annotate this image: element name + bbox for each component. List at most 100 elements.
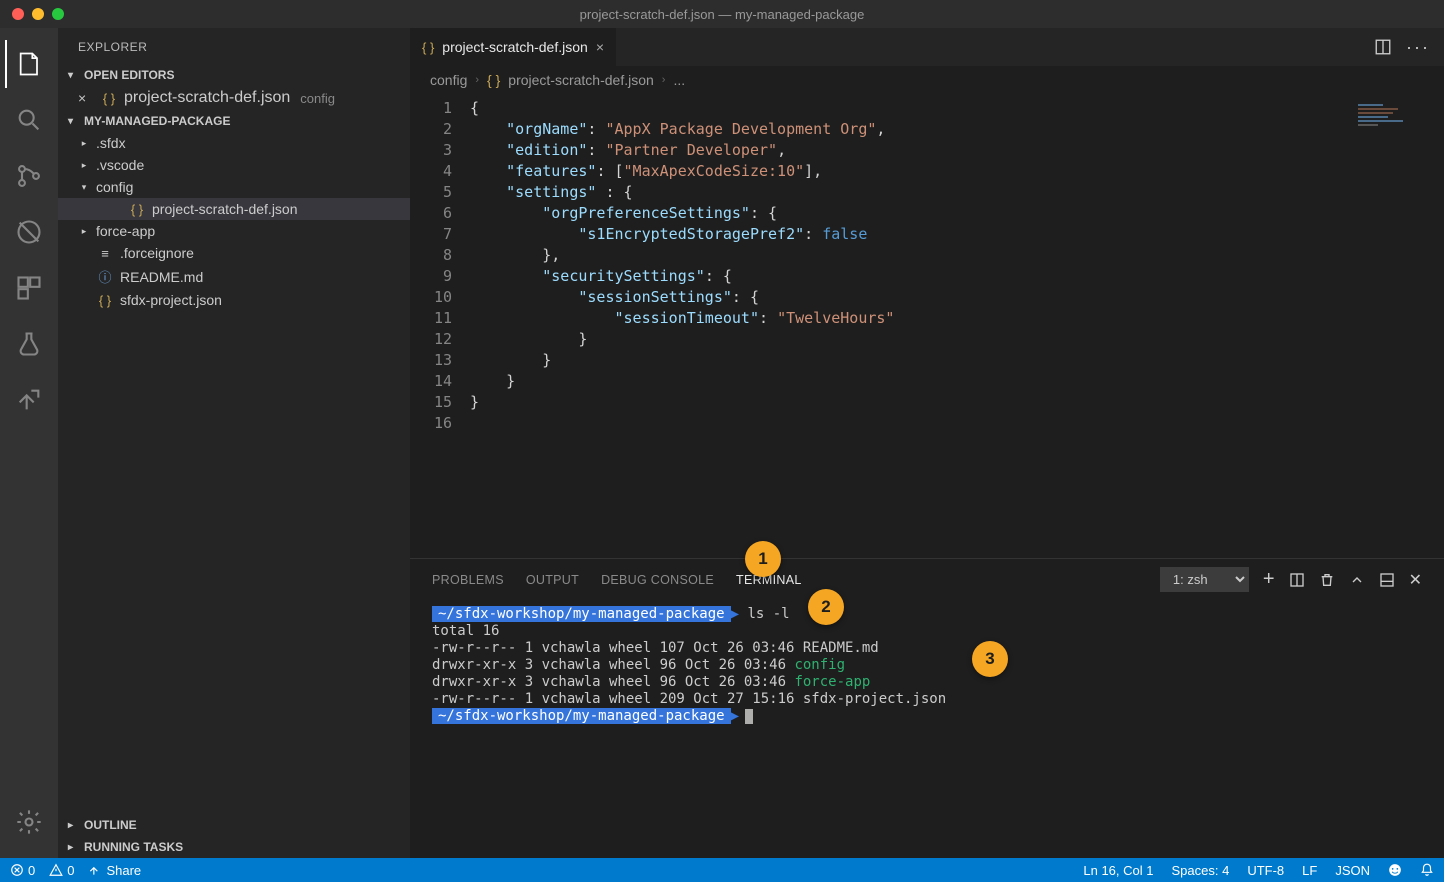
status-indentation[interactable]: Spaces: 4 [1171, 863, 1229, 878]
chevron-right-icon: ▸ [78, 138, 90, 149]
scroll-up-icon[interactable] [1349, 572, 1365, 588]
tree-item[interactable]: { } sfdx-project.json [58, 289, 410, 311]
outline-label: OUTLINE [84, 818, 137, 832]
tree-item[interactable]: ▸ .sfdx [58, 132, 410, 154]
terminal-content[interactable]: ~/sfdx-workshop/my-managed-package▶ ls -… [410, 598, 1444, 858]
callout-2: 2 [808, 589, 844, 625]
json-file-icon: { } [128, 202, 146, 217]
window-controls [0, 8, 64, 20]
live-share-activity-icon[interactable] [5, 376, 53, 424]
tree-item-label: .forceignore [120, 245, 194, 261]
running-tasks-section[interactable]: ▸ RUNNING TASKS [58, 836, 410, 858]
new-terminal-icon[interactable]: + [1263, 568, 1275, 591]
workspace-label: MY-MANAGED-PACKAGE [84, 114, 230, 128]
panel-tab-output[interactable]: OUTPUT [526, 573, 579, 587]
test-activity-icon[interactable] [5, 320, 53, 368]
kill-terminal-icon[interactable] [1319, 572, 1335, 588]
tree-item-label: README.md [120, 269, 203, 285]
editor-area: { } project-scratch-def.json × ··· confi… [410, 28, 1444, 858]
source-control-activity-icon[interactable] [5, 152, 53, 200]
close-tab-icon[interactable]: × [596, 39, 604, 55]
settings-gear-icon[interactable] [5, 798, 53, 846]
chevron-right-icon: ▸ [78, 226, 90, 237]
bottom-panel: PROBLEMS OUTPUT DEBUG CONSOLE TERMINAL 1… [410, 558, 1444, 858]
tab-filename: project-scratch-def.json [442, 39, 588, 55]
line-numbers: 12345678910111213141516 [410, 94, 470, 558]
json-file-icon: { } [100, 91, 118, 106]
status-feedback-icon[interactable] [1388, 863, 1402, 878]
minimize-window-button[interactable] [32, 8, 44, 20]
breadcrumb-file[interactable]: project-scratch-def.json [508, 72, 654, 88]
status-warnings[interactable]: 0 [49, 863, 74, 878]
split-editor-icon[interactable] [1374, 38, 1392, 56]
chevron-right-icon: ▸ [68, 820, 80, 831]
status-bar: 0 0 Share Ln 16, Col 1 Spaces: 4 UTF-8 L… [0, 858, 1444, 882]
editor-tabs: { } project-scratch-def.json × ··· [410, 28, 1444, 66]
status-language[interactable]: JSON [1335, 863, 1370, 878]
terminal-selector[interactable]: 1: zsh [1160, 567, 1249, 592]
callout-3: 3 [972, 641, 1008, 677]
close-window-button[interactable] [12, 8, 24, 20]
maximize-window-button[interactable] [52, 8, 64, 20]
chevron-right-icon: › [475, 74, 479, 86]
outline-section[interactable]: ▸ OUTLINE [58, 814, 410, 836]
panel-tab-problems[interactable]: PROBLEMS [432, 573, 504, 587]
panel-tab-debug-console[interactable]: DEBUG CONSOLE [601, 573, 714, 587]
titlebar: project-scratch-def.json — my-managed-pa… [0, 0, 1444, 28]
open-editors-label: OPEN EDITORS [84, 68, 174, 82]
tree-item-label: sfdx-project.json [120, 292, 222, 308]
running-tasks-label: RUNNING TASKS [84, 840, 183, 854]
extensions-activity-icon[interactable] [5, 264, 53, 312]
search-activity-icon[interactable] [5, 96, 53, 144]
more-actions-icon[interactable]: ··· [1406, 37, 1430, 58]
callout-1: 1 [745, 541, 781, 577]
panel-tabs: PROBLEMS OUTPUT DEBUG CONSOLE TERMINAL 1… [410, 559, 1444, 598]
chevron-right-icon: ▸ [78, 160, 90, 171]
json-file-icon: { } [96, 293, 114, 308]
breadcrumb-more[interactable]: ... [673, 72, 685, 88]
status-cursor-position[interactable]: Ln 16, Col 1 [1083, 863, 1153, 878]
tree-item[interactable]: ≡ .forceignore [58, 242, 410, 264]
code-content[interactable]: { "orgName": "AppX Package Development O… [470, 94, 1444, 558]
file-tree: ▸ .sfdx ▸.vscode ▾ config { } project-scratch-… [58, 132, 410, 814]
tree-item-label: .sfdx [96, 135, 126, 151]
split-terminal-icon[interactable] [1289, 572, 1305, 588]
activity-bar [0, 28, 58, 858]
code-editor[interactable]: 12345678910111213141516 { "orgName": "Ap… [410, 94, 1444, 558]
editor-tab[interactable]: { } project-scratch-def.json × [410, 28, 617, 66]
chevron-right-icon: › [662, 74, 666, 86]
explorer-sidebar: EXPLORER ▾ OPEN EDITORS × { } project-sc… [58, 28, 410, 858]
chevron-down-icon: ▾ [68, 116, 80, 127]
tree-item[interactable]: ▸.vscode [58, 154, 410, 176]
breadcrumb[interactable]: config › { } project-scratch-def.json › … [410, 66, 1444, 94]
status-notifications-icon[interactable] [1420, 863, 1434, 878]
workspace-section[interactable]: ▾ MY-MANAGED-PACKAGE [58, 110, 410, 132]
file-icon: ≡ [96, 246, 114, 261]
minimap[interactable] [1356, 102, 1436, 152]
chevron-down-icon: ▾ [78, 182, 90, 193]
tree-item[interactable]: { } project-scratch-def.json [58, 198, 410, 220]
open-editor-detail: config [300, 91, 335, 106]
json-file-icon: { } [422, 40, 434, 55]
tree-item-label: force-app [96, 223, 155, 239]
debug-activity-icon[interactable] [5, 208, 53, 256]
tree-item[interactable]: ▾ config [58, 176, 410, 198]
maximize-panel-icon[interactable] [1379, 572, 1395, 588]
status-share[interactable]: Share [88, 863, 141, 878]
tree-item-label: project-scratch-def.json [152, 201, 298, 217]
open-editors-section[interactable]: ▾ OPEN EDITORS [58, 64, 410, 86]
close-icon[interactable]: × [78, 90, 94, 106]
tree-item-label: config [96, 179, 133, 195]
status-eol[interactable]: LF [1302, 863, 1317, 878]
explorer-activity-icon[interactable] [5, 40, 53, 88]
tree-item[interactable]: ⓘREADME.md [58, 264, 410, 289]
chevron-down-icon: ▾ [68, 70, 80, 81]
status-errors[interactable]: 0 [10, 863, 35, 878]
open-editor-item[interactable]: × { } project-scratch-def.json config [58, 86, 410, 110]
tree-item[interactable]: ▸ force-app [58, 220, 410, 242]
sidebar-title: EXPLORER [58, 28, 410, 64]
window-title: project-scratch-def.json — my-managed-pa… [580, 7, 865, 22]
close-panel-icon[interactable]: ✕ [1409, 570, 1422, 590]
status-encoding[interactable]: UTF-8 [1247, 863, 1284, 878]
breadcrumb-folder[interactable]: config [430, 72, 467, 88]
